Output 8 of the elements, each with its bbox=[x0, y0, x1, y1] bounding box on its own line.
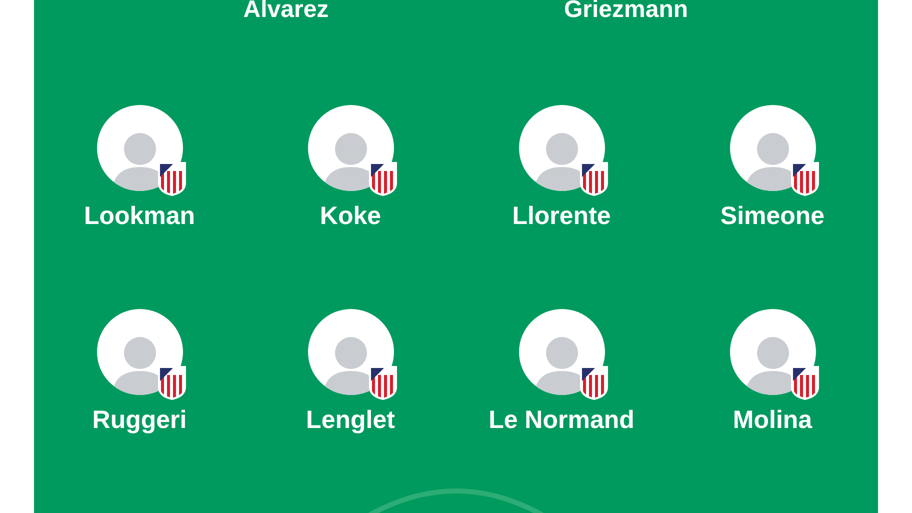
player-name: Koke bbox=[320, 201, 382, 232]
player-name: Molina bbox=[732, 405, 812, 436]
player-name: Ruggeri bbox=[92, 405, 187, 436]
player-name: Simeone bbox=[720, 201, 825, 232]
player-name: Le Normand bbox=[488, 405, 634, 436]
player-name: Llorente bbox=[512, 201, 611, 232]
player-name: Lenglet bbox=[306, 405, 395, 436]
player-name: Lookman bbox=[84, 201, 196, 232]
